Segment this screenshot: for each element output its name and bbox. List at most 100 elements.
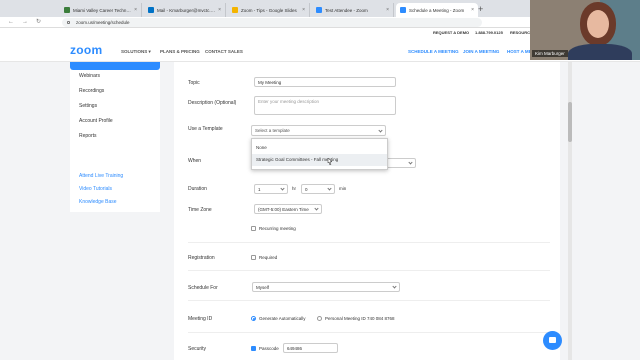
phone-number: 1.888.799.0125 xyxy=(475,30,503,35)
template-option-none[interactable]: None xyxy=(252,142,387,154)
sidebar-item-account-profile[interactable]: Account Profile xyxy=(79,118,113,124)
link-knowledge-base[interactable]: Knowledge Base xyxy=(79,199,117,205)
meeting-id-personal-label: Personal Meeting ID 740 084 8768 xyxy=(325,316,395,321)
recurring-label: Recurring meeting xyxy=(259,226,296,231)
duration-hr-unit: hr xyxy=(292,186,297,191)
recurring-checkbox[interactable] xyxy=(251,226,256,231)
duration-minutes-value: 0 xyxy=(305,186,308,192)
close-icon[interactable]: × xyxy=(218,7,221,13)
url-input[interactable]: zoom.us/meeting/schedule xyxy=(62,18,482,27)
browser-tab-active[interactable]: Schedule a Meeting - Zoom × xyxy=(396,3,478,17)
template-select-placeholder: Select a template xyxy=(255,128,290,133)
schedule-for-label: Schedule For xyxy=(188,285,218,291)
template-label: Use a Template xyxy=(188,126,223,132)
registration-label: Registration xyxy=(188,255,215,261)
timezone-select[interactable]: (GMT-5:00) Eastern Time xyxy=(254,204,322,214)
close-icon[interactable]: × xyxy=(386,7,389,13)
timezone-label: Time Zone xyxy=(188,207,212,213)
webcam-overlay: Kim Marburger xyxy=(530,0,640,60)
topic-input[interactable]: My Meeting xyxy=(254,77,396,87)
tab-label: Miami Valley Career Technology C... xyxy=(73,7,132,13)
nav-solutions[interactable]: SOLUTIONS ▾ xyxy=(121,49,151,55)
chevron-down-icon xyxy=(314,206,319,211)
duration-hours-value: 1 xyxy=(258,186,261,192)
request-demo-link[interactable]: REQUEST A DEMO xyxy=(433,30,469,35)
browser-tab[interactable]: Mail - Kmarburger@mvctc.com × xyxy=(144,3,226,17)
link-video-tutorials[interactable]: Video Tutorials xyxy=(79,186,112,192)
sidebar: Webinars Recordings Settings Account Pro… xyxy=(70,62,160,212)
divider xyxy=(188,270,550,271)
tab-label: Test Attendee - Zoom xyxy=(325,7,368,13)
schedule-for-select[interactable]: Myself xyxy=(252,282,400,292)
sidebar-item-recordings[interactable]: Recordings xyxy=(79,88,104,94)
tab-label: Zoom - Tips - Google Slides xyxy=(241,7,297,13)
reload-icon[interactable]: ↻ xyxy=(36,18,41,27)
close-icon[interactable]: × xyxy=(134,7,137,13)
duration-min-unit: min xyxy=(339,186,347,191)
divider xyxy=(188,332,550,333)
nav-plans-pricing[interactable]: PLANS & PRICING xyxy=(160,49,200,54)
description-textarea[interactable]: Enter your meeting description xyxy=(254,96,396,115)
sidebar-item-webinars[interactable]: Webinars xyxy=(79,73,100,79)
favicon-icon xyxy=(400,7,406,13)
chevron-down-icon xyxy=(378,127,383,133)
passcode-input[interactable]: 649486 xyxy=(283,343,338,353)
browser-tab[interactable]: Zoom - Tips - Google Slides × xyxy=(228,3,310,17)
mouse-cursor-icon xyxy=(327,158,332,165)
divider xyxy=(188,242,550,243)
divider xyxy=(188,300,550,301)
duration-hours-select[interactable]: 1 xyxy=(254,184,288,194)
page-scrollbar[interactable] xyxy=(568,62,572,360)
close-icon[interactable]: × xyxy=(471,7,474,13)
close-icon[interactable]: × xyxy=(302,7,305,13)
back-icon[interactable]: ← xyxy=(8,18,14,27)
meeting-id-personal-radio[interactable] xyxy=(317,316,322,321)
nav-schedule-meeting[interactable]: SCHEDULE A MEETING xyxy=(408,49,459,54)
browser-tab[interactable]: Miami Valley Career Technology C... × xyxy=(60,3,142,17)
registration-checkbox[interactable] xyxy=(251,255,256,260)
forward-icon[interactable]: → xyxy=(22,18,28,27)
schedule-meeting-form: Topic My Meeting Description (Optional) … xyxy=(174,62,560,360)
favicon-icon xyxy=(316,7,322,13)
description-label: Description (Optional) xyxy=(188,100,237,106)
chevron-down-icon xyxy=(280,186,285,191)
favicon-icon xyxy=(232,7,238,13)
nav-contact-sales[interactable]: CONTACT SALES xyxy=(205,49,243,54)
scrollbar-thumb[interactable] xyxy=(568,102,572,142)
passcode-label: Passcode xyxy=(259,346,279,351)
chevron-down-icon xyxy=(327,186,332,191)
template-option-strategic-goal[interactable]: Strategic Goal Committees - Fall meeting xyxy=(252,154,387,166)
duration-label: Duration xyxy=(188,186,207,192)
template-select[interactable]: Select a template xyxy=(251,125,386,136)
timezone-value: (GMT-5:00) Eastern Time xyxy=(258,206,309,212)
tab-label: Schedule a Meeting - Zoom xyxy=(409,7,465,13)
registration-required-label: Required xyxy=(259,255,278,260)
browser-tab[interactable]: Test Attendee - Zoom × xyxy=(312,3,394,17)
security-label: Security xyxy=(188,346,207,352)
passcode-checkbox[interactable] xyxy=(251,346,256,351)
webcam-person-shirt xyxy=(568,44,632,60)
chevron-down-icon xyxy=(408,160,413,165)
template-dropdown-menu: None Strategic Goal Committees - Fall me… xyxy=(251,138,388,170)
nav-join-meeting[interactable]: JOIN A MEETING xyxy=(463,49,499,54)
link-attend-live-training[interactable]: Attend Live Training xyxy=(79,173,123,179)
sidebar-item-reports[interactable]: Reports xyxy=(79,133,97,139)
topic-label: Topic xyxy=(188,80,200,86)
schedule-for-value: Myself xyxy=(256,284,270,290)
meeting-id-auto-label: Generate Automatically xyxy=(259,316,306,321)
duration-minutes-select[interactable]: 0 xyxy=(301,184,335,194)
webcam-person-face xyxy=(587,10,609,38)
new-tab-button[interactable]: + xyxy=(478,3,483,15)
webcam-name-label: Kim Marburger xyxy=(532,50,568,57)
zoom-logo[interactable]: zoom xyxy=(70,43,103,57)
meeting-id-auto-radio[interactable] xyxy=(251,316,256,321)
favicon-icon xyxy=(64,7,70,13)
chat-bubble-icon[interactable] xyxy=(543,331,562,350)
tab-label: Mail - Kmarburger@mvctc.com xyxy=(157,7,217,13)
favicon-icon xyxy=(148,7,154,13)
sidebar-item-settings[interactable]: Settings xyxy=(79,103,97,109)
lock-icon xyxy=(67,21,70,24)
chevron-down-icon xyxy=(392,284,397,289)
sidebar-active-item[interactable] xyxy=(70,62,160,70)
meeting-id-label: Meeting ID xyxy=(188,316,213,322)
